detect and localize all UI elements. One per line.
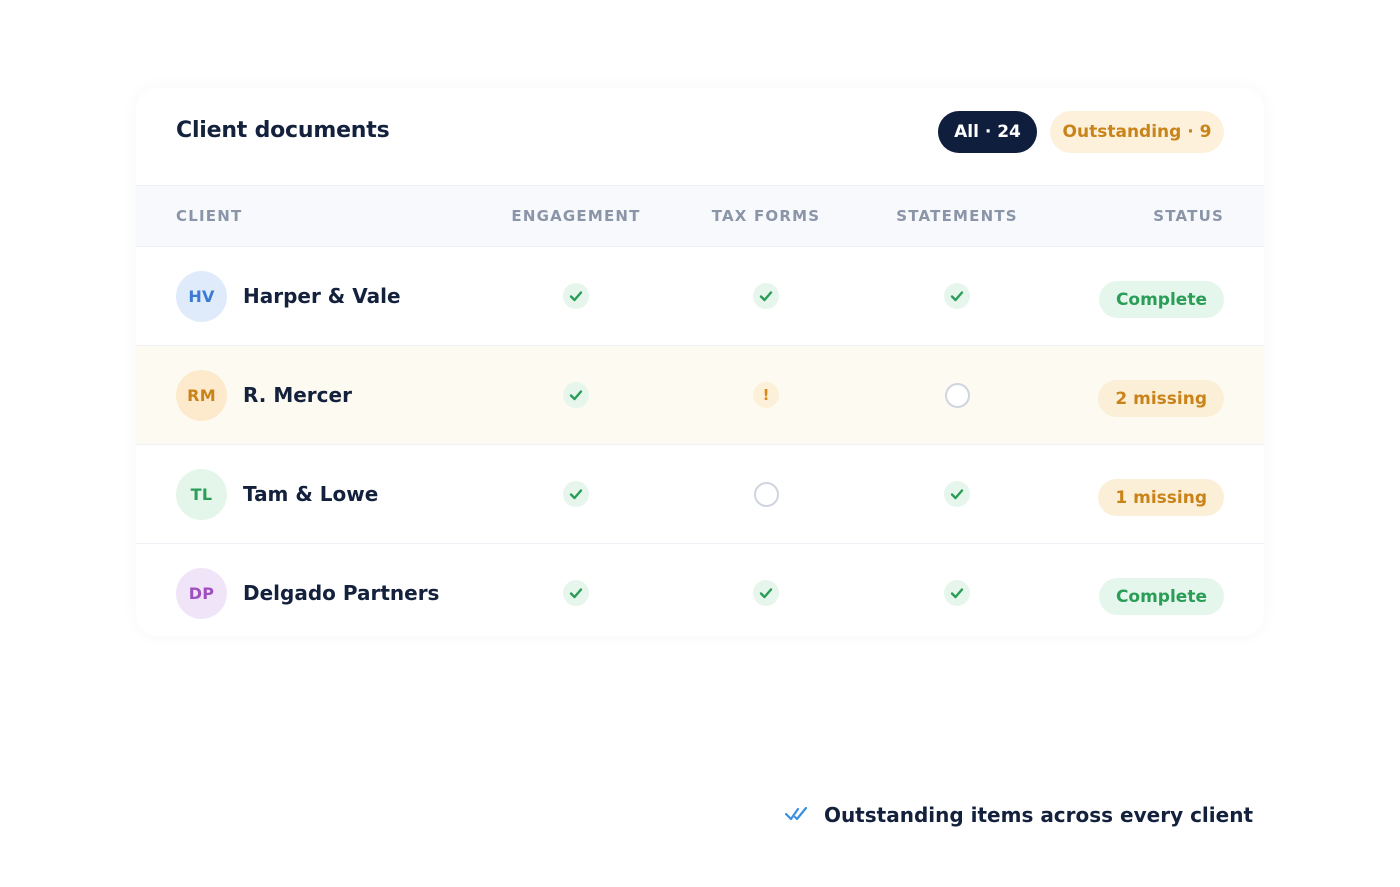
tax-forms-cell — [753, 580, 779, 606]
filter-outstanding-pill[interactable]: Outstanding · 9 — [1050, 111, 1224, 153]
empty-circle-icon[interactable] — [944, 382, 970, 408]
statements-cell — [944, 382, 970, 408]
card-title: Client documents — [176, 118, 390, 143]
client-name[interactable]: Tam & Lowe — [243, 482, 378, 506]
footer-text: Outstanding items across every client — [823, 803, 1253, 827]
status-badge[interactable]: Complete — [1098, 578, 1224, 615]
double-check-icon — [784, 803, 810, 827]
statements-cell — [944, 283, 970, 309]
column-header-tax-forms[interactable]: TAX FORMS — [676, 207, 856, 225]
check-icon — [563, 481, 589, 507]
check-icon — [944, 580, 970, 606]
check-icon — [944, 481, 970, 507]
empty-circle-icon[interactable] — [753, 481, 779, 507]
footer-note: Outstanding items across every client — [784, 803, 1253, 827]
status-badge[interactable]: 1 missing — [1098, 479, 1224, 516]
engagement-cell — [563, 283, 589, 309]
table-row[interactable]: RM R. Mercer! 2 missing — [136, 346, 1264, 445]
client-name[interactable]: R. Mercer — [243, 383, 352, 407]
check-icon — [563, 283, 589, 309]
check-icon — [563, 382, 589, 408]
client-name[interactable]: Delgado Partners — [243, 581, 439, 605]
table-body: HV Harper & Vale Complete RM R. Mercer! 2 mis… — [136, 247, 1264, 636]
table-row[interactable]: DP Delgado Partners Complete — [136, 544, 1264, 636]
table-row[interactable]: TL Tam & Lowe 1 missing — [136, 445, 1264, 544]
status-badge[interactable]: Complete — [1098, 281, 1224, 318]
statements-cell — [944, 481, 970, 507]
table-header: CLIENT ENGAGEMENT TAX FORMS STATEMENTS S… — [136, 185, 1264, 247]
avatar: DP — [176, 568, 227, 619]
engagement-cell — [563, 481, 589, 507]
filter-all-pill[interactable]: All · 24 — [938, 111, 1037, 153]
column-header-statements[interactable]: STATEMENTS — [867, 207, 1047, 225]
engagement-cell — [563, 580, 589, 606]
client-documents-card: Client documents All · 24 Outstanding · … — [136, 88, 1264, 636]
column-header-engagement[interactable]: ENGAGEMENT — [486, 207, 666, 225]
engagement-cell — [563, 382, 589, 408]
check-icon — [753, 283, 779, 309]
tax-forms-cell: ! — [753, 382, 779, 408]
avatar: HV — [176, 271, 227, 322]
client-name[interactable]: Harper & Vale — [243, 284, 401, 308]
table-row[interactable]: HV Harper & Vale Complete — [136, 247, 1264, 346]
column-header-status[interactable]: STATUS — [1153, 207, 1224, 225]
warning-icon: ! — [753, 382, 779, 408]
card-header: Client documents All · 24 Outstanding · … — [136, 88, 1264, 185]
avatar: TL — [176, 469, 227, 520]
status-badge[interactable]: 2 missing — [1098, 380, 1224, 417]
tax-forms-cell — [753, 481, 779, 507]
check-icon — [753, 580, 779, 606]
statements-cell — [944, 580, 970, 606]
tax-forms-cell — [753, 283, 779, 309]
column-header-client[interactable]: CLIENT — [176, 207, 242, 225]
check-icon — [944, 283, 970, 309]
avatar: RM — [176, 370, 227, 421]
filter-pills: All · 24 Outstanding · 9 — [938, 111, 1224, 153]
check-icon — [563, 580, 589, 606]
